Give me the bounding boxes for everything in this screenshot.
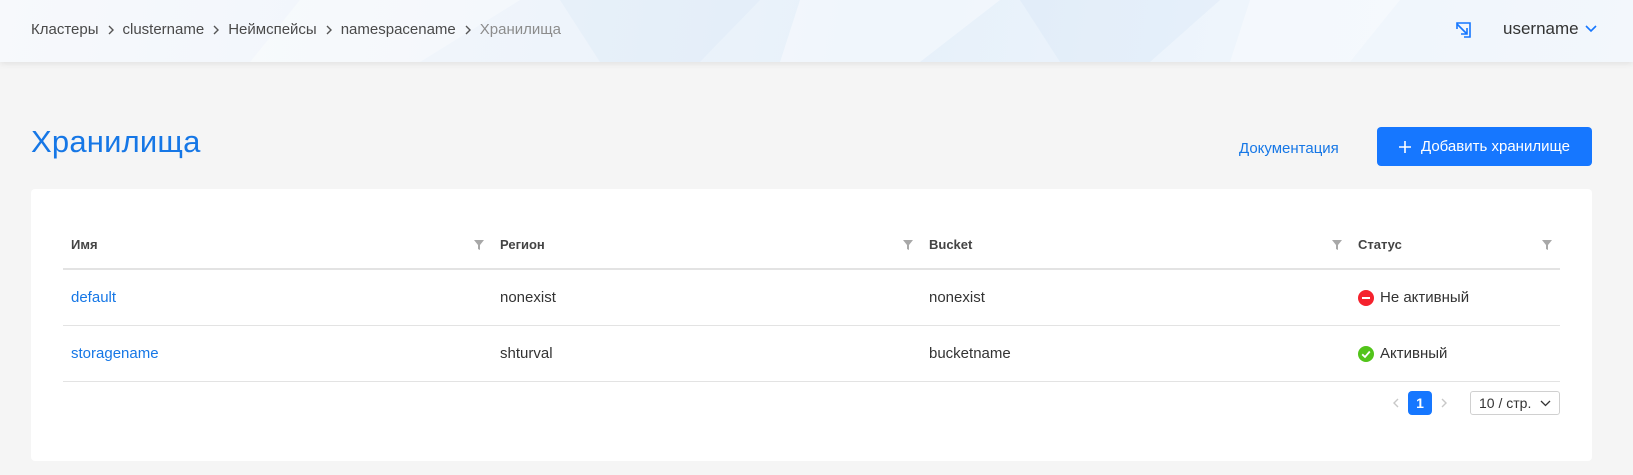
page-button-current[interactable]: 1	[1408, 391, 1432, 415]
column-header-bucket: Bucket	[921, 221, 1350, 268]
username: username	[1503, 19, 1579, 38]
bucket-cell: nonexist	[929, 289, 985, 306]
table-row: storagename shturval bucketname Активный	[63, 326, 1560, 382]
chevron-right-icon	[456, 23, 480, 37]
status-cell: Активный	[1350, 345, 1560, 362]
column-header-region: Регион	[492, 221, 921, 268]
chevron-down-icon	[1585, 25, 1597, 33]
next-page-button[interactable]	[1432, 391, 1456, 415]
chevron-right-icon	[1441, 398, 1447, 408]
page-size-value: 10 / стр.	[1479, 395, 1532, 411]
plus-icon	[1399, 140, 1412, 153]
status-text: Не активный	[1380, 289, 1470, 306]
user-menu[interactable]: username	[1503, 19, 1597, 39]
chevron-right-icon	[204, 23, 228, 37]
filter-icon[interactable]	[474, 239, 484, 250]
breadcrumb-namespaces[interactable]: Неймспейсы	[228, 21, 317, 38]
chevron-right-icon	[99, 23, 123, 37]
filter-icon[interactable]	[1542, 239, 1552, 250]
check-circle-icon	[1358, 345, 1374, 362]
chevron-right-icon	[317, 23, 341, 37]
arrow-down-right-icon	[1456, 22, 1471, 38]
documentation-link[interactable]: Документация	[1239, 140, 1339, 157]
bucket-cell: bucketname	[929, 345, 1011, 362]
table-header: Имя Регион Bucket Статус	[63, 221, 1560, 270]
breadcrumb-cluster[interactable]: clustername	[123, 21, 205, 38]
chevron-down-icon	[1540, 400, 1551, 406]
breadcrumb-namespace[interactable]: namespacename	[341, 21, 456, 38]
region-cell: nonexist	[500, 289, 556, 306]
status-cell: Не активный	[1350, 289, 1560, 306]
breadcrumb-clusters[interactable]: Кластеры	[31, 21, 99, 38]
breadcrumb: Кластеры clustername Неймспейсы namespac…	[31, 21, 561, 38]
prev-page-button[interactable]	[1384, 391, 1408, 415]
storage-name-link[interactable]: default	[71, 289, 116, 306]
page-size-select[interactable]: 10 / стр.	[1470, 391, 1560, 415]
top-header: Кластеры clustername Неймспейсы namespac…	[0, 0, 1633, 62]
region-cell: shturval	[500, 345, 553, 362]
expand-button[interactable]	[1452, 19, 1474, 41]
storage-table: Имя Регион Bucket Статус default nonexis…	[63, 221, 1560, 382]
add-storage-label: Добавить хранилище	[1421, 138, 1570, 155]
pagination: 1 10 / стр.	[1384, 391, 1560, 415]
chevron-left-icon	[1393, 398, 1399, 408]
column-header-name: Имя	[63, 221, 492, 268]
column-header-status: Статус	[1350, 221, 1560, 268]
storage-card: Имя Регион Bucket Статус default nonexis…	[31, 189, 1592, 461]
table-row: default nonexist nonexist Не активный	[63, 270, 1560, 326]
page-title: Хранилища	[31, 124, 201, 159]
filter-icon[interactable]	[1332, 239, 1342, 250]
add-storage-button[interactable]: Добавить хранилище	[1377, 127, 1592, 166]
storage-name-link[interactable]: storagename	[71, 345, 159, 362]
status-text: Активный	[1380, 345, 1448, 362]
breadcrumb-current: Хранилища	[479, 21, 561, 38]
minus-circle-icon	[1358, 289, 1374, 306]
filter-icon[interactable]	[903, 239, 913, 250]
